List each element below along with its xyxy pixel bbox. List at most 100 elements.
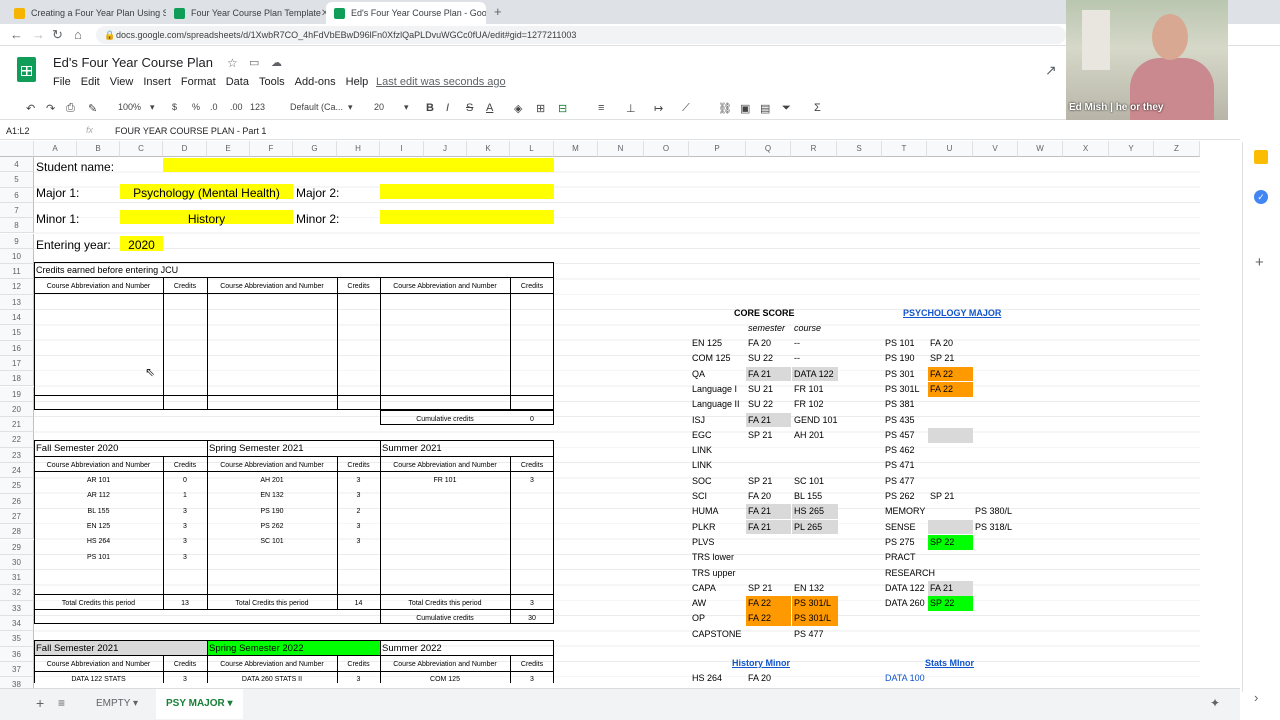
course-cell[interactable]: AH 201 bbox=[207, 477, 337, 484]
stats-minor-title[interactable]: Stats MInor bbox=[925, 658, 974, 668]
column-header[interactable]: J bbox=[424, 141, 467, 157]
browser-tab-3[interactable]: Ed's Four Year Course Plan - Goo✕ bbox=[326, 2, 486, 24]
redo-icon[interactable]: ↷ bbox=[46, 102, 55, 115]
fill-color-icon[interactable]: ◈ bbox=[514, 102, 522, 115]
course-cell[interactable]: PS 190 bbox=[207, 508, 337, 515]
course-cell[interactable]: FR 101 bbox=[794, 384, 824, 394]
select-all-corner[interactable] bbox=[0, 141, 34, 157]
credit-cell[interactable]: 3 bbox=[337, 523, 380, 530]
formula-input[interactable]: FOUR YEAR COURSE PLAN - Part 1 bbox=[115, 126, 266, 136]
row-header[interactable]: 15 bbox=[0, 325, 34, 341]
row-header[interactable]: 18 bbox=[0, 371, 34, 387]
psychology-major-title[interactable]: PSYCHOLOGY MAJOR bbox=[903, 308, 1001, 318]
semester-cell[interactable]: FA 22 bbox=[748, 598, 771, 608]
course-cell[interactable]: BL 155 bbox=[34, 508, 163, 515]
move-folder-icon[interactable]: ▭ bbox=[249, 56, 259, 69]
semester-cell[interactable]: SP 22 bbox=[930, 537, 954, 547]
percent-button[interactable]: % bbox=[192, 102, 200, 112]
sheets-logo-icon[interactable] bbox=[17, 57, 36, 82]
browser-tab-2[interactable]: Four Year Course Plan Template ✕ bbox=[166, 2, 326, 24]
text-rotate-icon[interactable]: ⟋ bbox=[682, 102, 690, 115]
credit-cell[interactable]: 1 bbox=[163, 492, 207, 499]
history-minor-semester[interactable]: FA 20 bbox=[748, 673, 771, 683]
history-minor-course[interactable]: HS 264 bbox=[692, 673, 722, 683]
course-cell[interactable]: AH 201 bbox=[794, 430, 824, 440]
all-sheets-icon[interactable]: ≡ bbox=[58, 696, 65, 710]
semester-cell[interactable]: FA 21 bbox=[748, 522, 771, 532]
course-cell[interactable]: PS 101 bbox=[34, 554, 163, 561]
forward-icon[interactable]: → bbox=[32, 27, 45, 42]
semester-cell[interactable]: FA 21 bbox=[748, 506, 771, 516]
column-header[interactable]: W bbox=[1018, 141, 1063, 157]
course-cell[interactable]: EN 132 bbox=[794, 583, 824, 593]
borders-icon[interactable]: ⊞ bbox=[536, 102, 545, 115]
row-header[interactable]: 31 bbox=[0, 570, 34, 586]
semester-cell[interactable]: FA 22 bbox=[930, 369, 953, 379]
course-cell[interactable]: FR 102 bbox=[794, 399, 824, 409]
row-header[interactable]: 21 bbox=[0, 417, 34, 433]
column-header[interactable]: L bbox=[510, 141, 554, 157]
row-header[interactable]: 20 bbox=[0, 401, 34, 418]
row-header[interactable]: 19 bbox=[0, 386, 34, 402]
menu-help[interactable]: Help bbox=[346, 76, 369, 88]
column-header[interactable]: M bbox=[554, 141, 598, 157]
column-header[interactable]: H bbox=[337, 141, 380, 157]
semester-cell[interactable]: SU 21 bbox=[748, 384, 773, 394]
add-addon-icon[interactable]: + bbox=[1255, 254, 1264, 271]
italic-button[interactable]: I bbox=[446, 102, 449, 114]
course-cell[interactable]: -- bbox=[794, 353, 800, 363]
credit-cell[interactable]: 3 bbox=[510, 676, 554, 683]
explore-icon[interactable]: ✦ bbox=[1210, 696, 1220, 710]
credit-cell[interactable]: 3 bbox=[337, 492, 380, 499]
menu-addons[interactable]: Add-ons bbox=[295, 76, 336, 88]
column-header[interactable]: U bbox=[927, 141, 973, 157]
sheet-grid[interactable]: Student name: Major 1: Psychology (Menta… bbox=[34, 157, 1200, 683]
semester-cell[interactable]: FA 21 bbox=[748, 369, 771, 379]
course-cell[interactable]: -- bbox=[794, 338, 800, 348]
credit-cell[interactable]: 3 bbox=[163, 554, 207, 561]
row-header[interactable]: 11 bbox=[0, 264, 34, 280]
credit-cell[interactable]: 3 bbox=[337, 538, 380, 545]
column-header[interactable]: Q bbox=[746, 141, 791, 157]
decrease-decimal-button[interactable]: .0 bbox=[210, 102, 218, 112]
course-cell[interactable]: AR 112 bbox=[34, 492, 163, 499]
column-header[interactable]: B bbox=[77, 141, 120, 157]
column-header[interactable]: G bbox=[293, 141, 337, 157]
row-header[interactable]: 24 bbox=[0, 463, 34, 479]
column-header[interactable]: E bbox=[207, 141, 250, 157]
row-header[interactable]: 34 bbox=[0, 616, 34, 632]
semester-cell[interactable]: SU 22 bbox=[748, 353, 773, 363]
row-header[interactable]: 30 bbox=[0, 554, 34, 571]
merge-cells-icon[interactable]: ⊟ bbox=[558, 102, 567, 115]
row-header[interactable]: 32 bbox=[0, 585, 34, 601]
tasks-icon[interactable]: ✓ bbox=[1254, 190, 1268, 204]
row-header[interactable]: 4 bbox=[0, 157, 34, 173]
name-box[interactable]: A1:L2 bbox=[6, 126, 30, 136]
semester-cell[interactable]: FA 20 bbox=[930, 338, 953, 348]
column-header[interactable]: T bbox=[882, 141, 927, 157]
keep-icon[interactable] bbox=[1254, 150, 1268, 164]
course-cell[interactable]: EN 132 bbox=[207, 492, 337, 499]
row-header[interactable]: 33 bbox=[0, 600, 34, 616]
credit-cell[interactable]: 3 bbox=[163, 523, 207, 530]
column-header[interactable]: N bbox=[598, 141, 644, 157]
column-header[interactable]: C bbox=[120, 141, 163, 157]
link-icon[interactable]: ⛓ bbox=[718, 102, 732, 115]
course-cell[interactable]: HS 264 bbox=[34, 538, 163, 545]
semester-cell[interactable]: FA 20 bbox=[748, 338, 771, 348]
menu-insert[interactable]: Insert bbox=[143, 76, 171, 88]
semester-cell[interactable]: SP 21 bbox=[930, 353, 954, 363]
row-header[interactable]: 6 bbox=[0, 187, 34, 203]
semester-cell[interactable]: FA 22 bbox=[748, 613, 771, 623]
column-header[interactable]: F bbox=[250, 141, 293, 157]
course-cell[interactable]: SC 101 bbox=[207, 538, 337, 545]
row-header[interactable]: 13 bbox=[0, 294, 34, 310]
increase-decimal-button[interactable]: .00 bbox=[230, 102, 243, 112]
course-cell[interactable]: AR 101 bbox=[34, 477, 163, 484]
add-sheet-icon[interactable]: + bbox=[36, 695, 44, 711]
row-header[interactable]: 14 bbox=[0, 310, 34, 326]
menu-view[interactable]: View bbox=[110, 76, 134, 88]
course-cell[interactable]: GEND 101 bbox=[794, 415, 838, 425]
menu-tools[interactable]: Tools bbox=[259, 76, 285, 88]
menu-format[interactable]: Format bbox=[181, 76, 216, 88]
